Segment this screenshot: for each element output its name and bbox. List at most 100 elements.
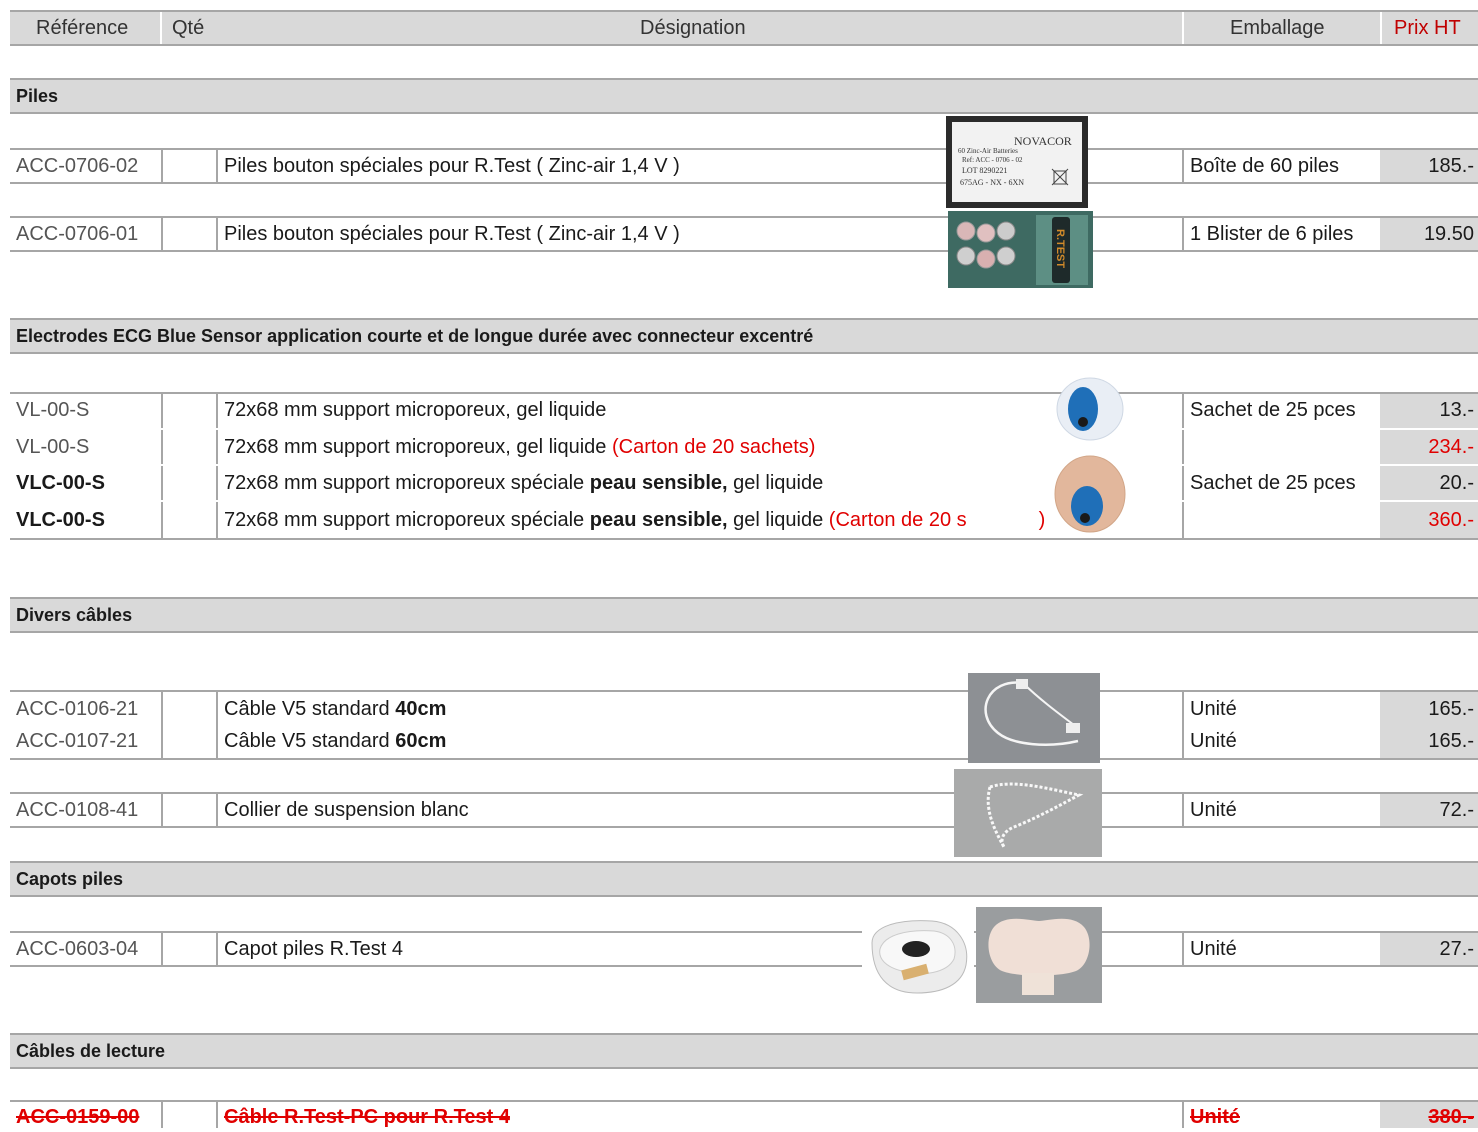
col-divider [1182, 12, 1184, 44]
row-price: 165.- [1380, 692, 1478, 724]
col-designation: Désignation [640, 17, 746, 39]
rtest4-device-photo [862, 913, 974, 999]
designation-bold: peau sensible, [589, 472, 728, 494]
column-header-bar: Référence Qté Désignation Emballage Prix… [10, 10, 1478, 46]
row-price: 165.- [1380, 724, 1478, 758]
designation-text: Câble V5 standard [224, 698, 390, 720]
row-qty [161, 724, 216, 758]
section-piles: Piles [10, 78, 1478, 114]
collar-photo [954, 769, 1102, 857]
designation-bold: peau sensible, [589, 509, 728, 531]
row-price: 13.- [1380, 394, 1478, 428]
row-emballage: 1 Blister de 6 piles [1182, 218, 1380, 250]
carton-note: (Carton de 20 sachets) [611, 436, 816, 458]
recycle-bin-icon [1051, 168, 1069, 186]
designation-text: 72x68 mm support microporeux spéciale [224, 472, 585, 494]
table-row: VL-00-S 72x68 mm support microporeux, ge… [10, 392, 1478, 428]
row-price: 185.- [1380, 150, 1478, 182]
row-qty [161, 150, 216, 182]
row-price: 20.- [1380, 466, 1478, 500]
row-emballage: Unité [1182, 794, 1380, 826]
col-divider [1380, 12, 1382, 44]
col-emballage: Emballage [1230, 17, 1325, 39]
battery-box-photo: NOVACOR 60 Zinc-Air Batteries Ref: ACC -… [946, 116, 1088, 208]
row-qty [161, 466, 216, 500]
col-qty: Qté [172, 17, 205, 39]
row-reference: VLC-00-S [16, 509, 105, 531]
table-row: ACC-0107-21 Câble V5 standard 60cm Unité… [10, 724, 1478, 760]
row-qty [161, 692, 216, 724]
col-prix: Prix HT [1394, 17, 1461, 39]
row-reference: ACC-0706-02 [16, 155, 139, 177]
table-row: VL-00-S 72x68 mm support microporeux, ge… [10, 430, 1478, 464]
battery-box-line2: Ref: ACC - 0706 - 02 [962, 156, 1023, 164]
table-row: ACC-0706-02 Piles bouton spéciales pour … [10, 148, 1478, 184]
designation-text: 72x68 mm support microporeux spéciale [224, 509, 585, 531]
table-row: ACC-0706-01 Piles bouton spéciales pour … [10, 216, 1478, 252]
designation-text: gel liquide [733, 472, 824, 494]
row-emballage: Unité [1182, 724, 1380, 758]
table-row: ACC-0603-04 Capot piles R.Test 4 Unité 2… [10, 931, 1478, 967]
battery-box-line1: 60 Zinc-Air Batteries [958, 147, 1018, 155]
carton-note: (Carton de 20 s [828, 509, 967, 531]
row-qty [161, 794, 216, 826]
row-qty [161, 430, 216, 464]
designation-bold: 40cm [395, 698, 447, 720]
blister-graphic [948, 211, 1093, 288]
row-reference: ACC-0159-00 [16, 1106, 140, 1128]
cable-v5-photo [968, 673, 1100, 763]
table-row: ACC-0159-00 Câble R.Test-PC pour R.Test … [10, 1100, 1478, 1128]
row-price: 234.- [1380, 430, 1478, 464]
row-price: 380.- [1380, 1102, 1478, 1128]
row-emballage [1182, 502, 1380, 538]
designation-text: gel liquide [733, 509, 824, 531]
row-qty [161, 933, 216, 965]
table-row: VLC-00-S 72x68 mm support microporeux sp… [10, 466, 1478, 500]
row-emballage: Boîte de 60 piles [1182, 150, 1380, 182]
row-reference: ACC-0107-21 [16, 730, 139, 752]
table-row: VLC-00-S 72x68 mm support microporeux sp… [10, 502, 1478, 540]
row-qty [161, 218, 216, 250]
designation-text: 72x68 mm support microporeux, gel liquid… [224, 436, 607, 458]
row-reference: VL-00-S [16, 399, 90, 421]
electrode-blue-photo [1056, 377, 1124, 441]
section-electrodes: Electrodes ECG Blue Sensor application c… [10, 318, 1478, 354]
row-qty [161, 394, 216, 428]
row-reference: ACC-0603-04 [16, 938, 139, 960]
table-row: ACC-0108-41 Collier de suspension blanc … [10, 792, 1478, 828]
col-divider [160, 12, 162, 44]
battery-box-line3: LOT 8290221 [962, 166, 1008, 175]
row-qty [161, 502, 216, 538]
battery-box-brand: NOVACOR [1014, 134, 1072, 148]
row-reference: ACC-0106-21 [16, 698, 139, 720]
row-price: 19.50 [1380, 218, 1478, 250]
col-reference: Référence [36, 17, 129, 39]
battery-box-line4: 675AG - NX - 6XN [960, 178, 1024, 187]
row-emballage: Unité [1182, 692, 1380, 724]
electrode-sensitive-photo [1054, 455, 1126, 533]
row-reference: VL-00-S [16, 436, 90, 458]
row-emballage: Unité [1182, 933, 1380, 965]
designation-bold: 60cm [395, 730, 447, 752]
row-reference: ACC-0706-01 [16, 223, 139, 245]
row-emballage: Sachet de 25 pces [1182, 466, 1380, 500]
row-price: 27.- [1380, 933, 1478, 965]
row-designation: 72x68 mm support microporeux, gel liquid… [216, 394, 1182, 428]
battery-blister-photo: R.TEST [948, 211, 1093, 288]
battery-cover-photo [976, 907, 1102, 1003]
row-emballage [1182, 430, 1380, 464]
section-capots: Capots piles [10, 861, 1478, 897]
blister-label: R.TEST [1054, 229, 1066, 269]
row-designation: 72x68 mm support microporeux, gel liquid… [216, 430, 1182, 464]
row-reference: VLC-00-S [16, 472, 105, 494]
section-cables: Divers câbles [10, 597, 1478, 633]
row-qty [161, 1102, 216, 1128]
row-designation: 72x68 mm support microporeux spéciale pe… [216, 502, 1182, 538]
row-price: 360.- [1380, 502, 1478, 538]
row-designation: 72x68 mm support microporeux spéciale pe… [216, 466, 1182, 500]
section-lecture: Câbles de lecture [10, 1033, 1478, 1069]
designation-text: Câble V5 standard [224, 730, 390, 752]
row-emballage: Sachet de 25 pces [1182, 394, 1380, 428]
row-reference: ACC-0108-41 [16, 799, 139, 821]
row-emballage: Unité [1182, 1102, 1380, 1128]
